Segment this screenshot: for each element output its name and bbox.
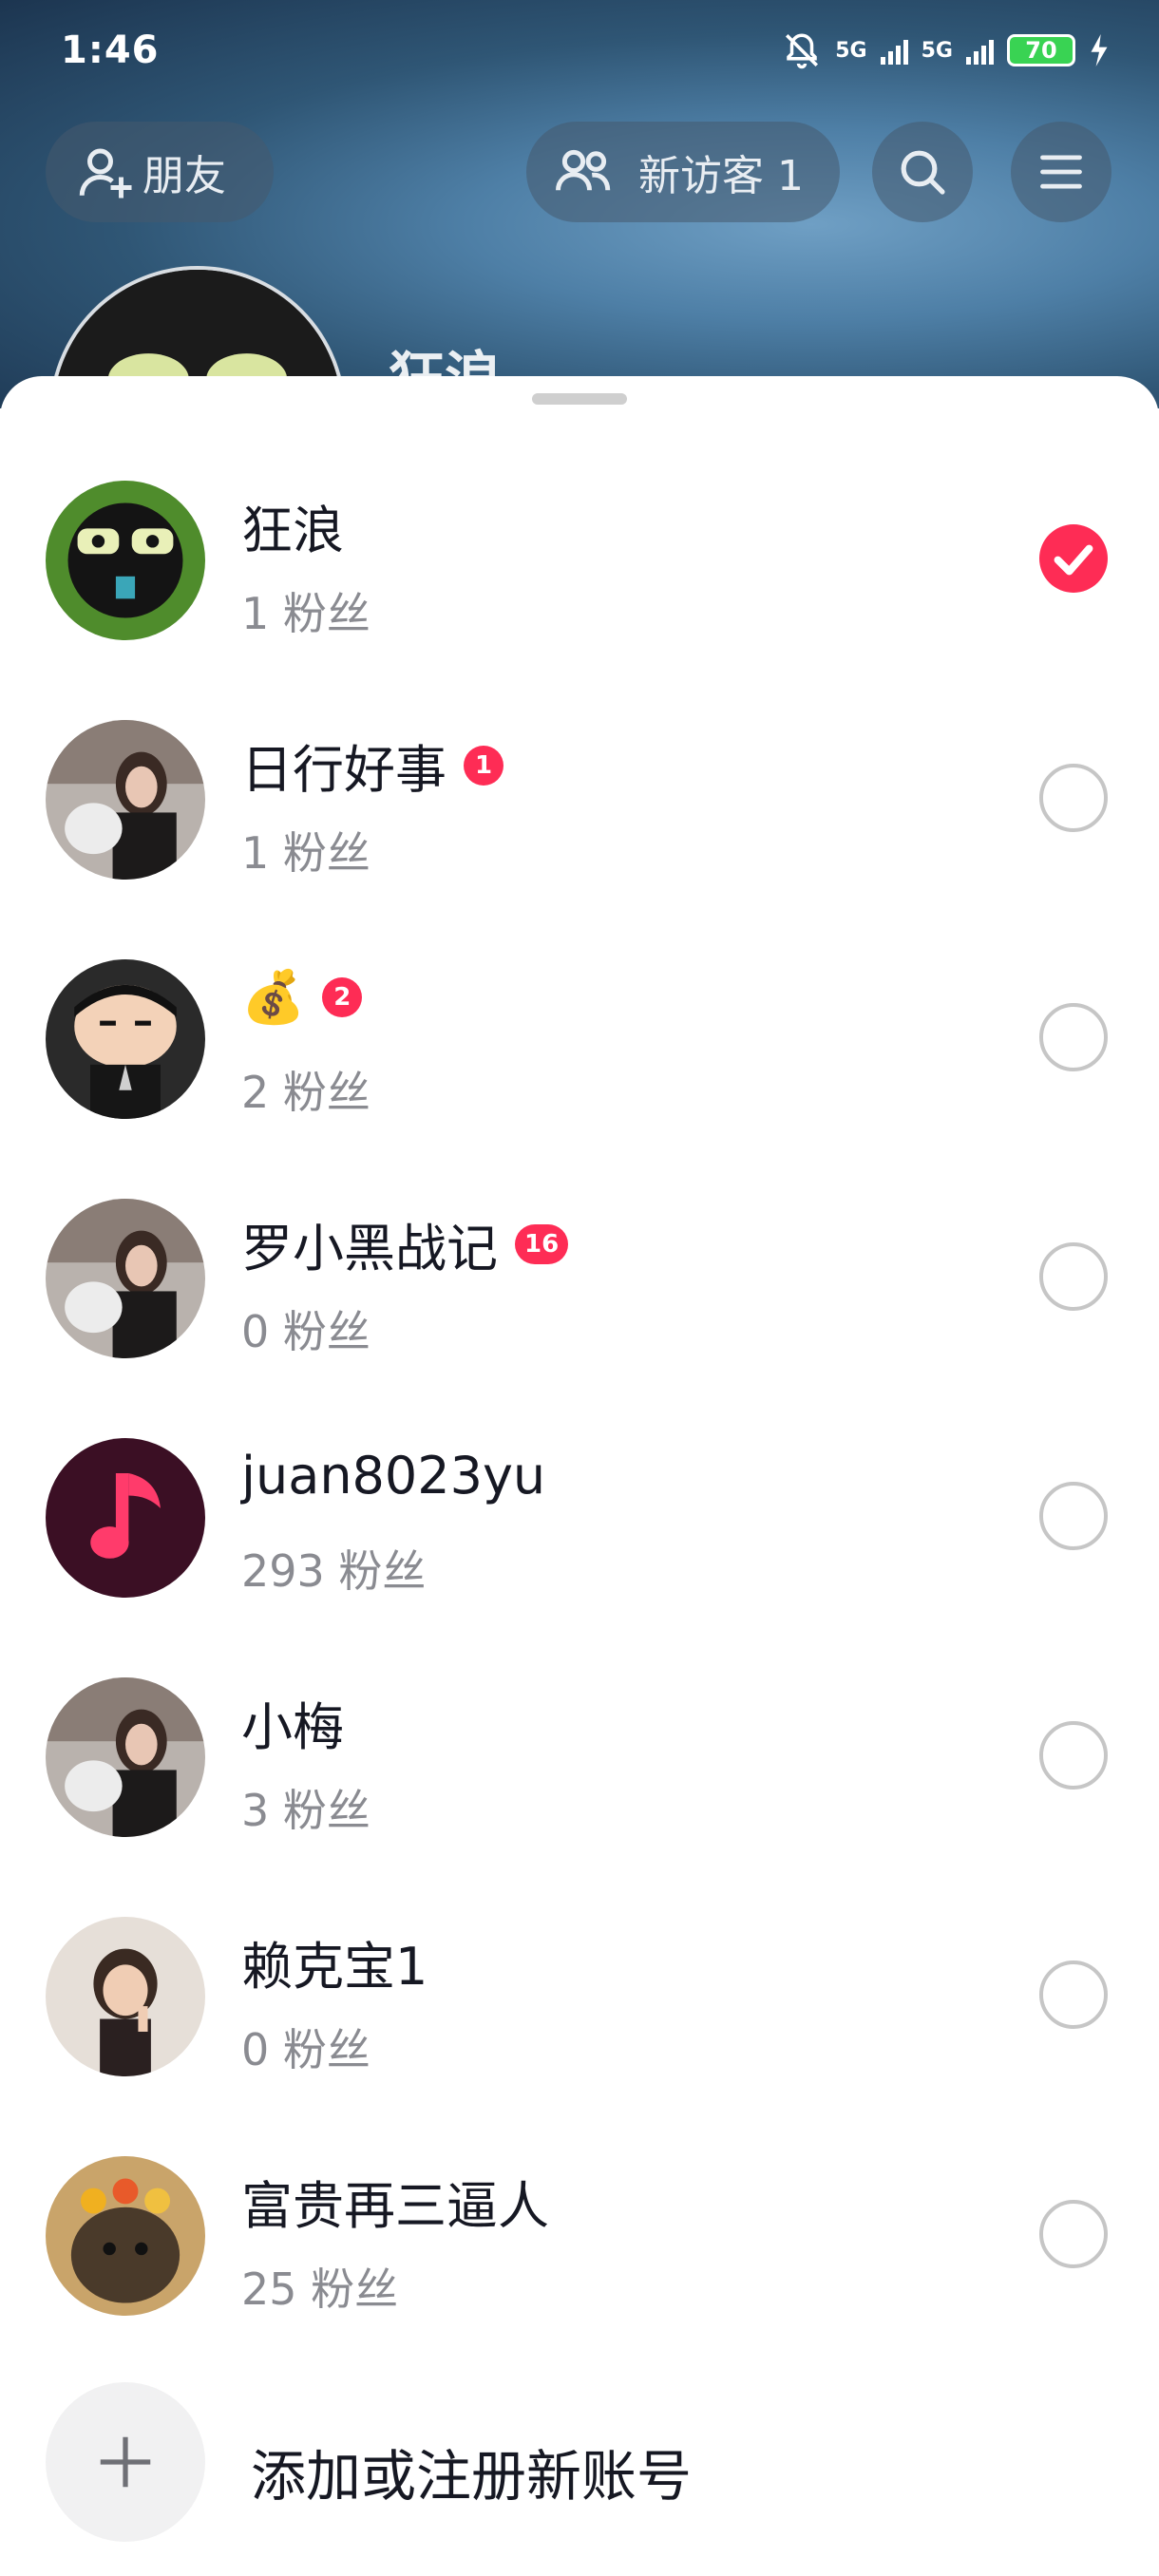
status-icons: 5G 5G 70 bbox=[782, 30, 1110, 70]
account-row[interactable]: 💰 2 2 粉丝 bbox=[0, 959, 1159, 1199]
select-radio[interactable] bbox=[1039, 1482, 1108, 1550]
account-name-text: juan8023yu bbox=[241, 1446, 546, 1506]
account-avatar bbox=[46, 959, 205, 1119]
account-name-text: 赖克宝1 bbox=[241, 1937, 428, 1997]
account-avatar bbox=[46, 1199, 205, 1358]
girl-with-cat-avatar-icon bbox=[46, 1199, 205, 1358]
account-fans: 1 粉丝 bbox=[241, 827, 370, 879]
select-radio[interactable] bbox=[1039, 764, 1108, 832]
account-name-text: 罗小黑战记 bbox=[241, 1219, 498, 1279]
dog-with-flowers-avatar-icon bbox=[46, 2156, 205, 2316]
battery-indicator: 70 bbox=[1007, 34, 1075, 66]
select-radio[interactable] bbox=[1039, 1721, 1108, 1790]
account-avatar bbox=[46, 2156, 205, 2316]
search-icon bbox=[901, 150, 945, 195]
status-time: 1:46 bbox=[61, 28, 160, 72]
girl-with-cat-avatar-icon bbox=[46, 1677, 205, 1837]
search-button[interactable] bbox=[872, 122, 973, 222]
account-row[interactable]: 狂浪 1 粉丝 bbox=[0, 481, 1159, 720]
account-avatar bbox=[46, 1438, 205, 1598]
child-avatar-icon bbox=[46, 1917, 205, 2076]
friends-label: 朋友 bbox=[142, 152, 226, 200]
select-radio[interactable] bbox=[1039, 1003, 1108, 1071]
account-fans: 0 粉丝 bbox=[241, 1306, 370, 1357]
account-fans: 293 粉丝 bbox=[241, 1545, 427, 1597]
account-name: 赖克宝1 bbox=[241, 1924, 428, 1999]
music-note-avatar-icon bbox=[46, 1438, 205, 1598]
visitors-label: 新访客 1 bbox=[638, 152, 804, 200]
cartoon-boy-avatar-icon bbox=[46, 959, 205, 1119]
account-fans: 1 粉丝 bbox=[241, 588, 370, 639]
hamburger-menu-icon bbox=[1040, 155, 1082, 189]
account-name-text: 小梅 bbox=[241, 1697, 344, 1757]
account-name-text: 日行好事 bbox=[241, 740, 446, 800]
signal-icon bbox=[880, 36, 908, 65]
account-fans: 25 粉丝 bbox=[241, 2263, 399, 2315]
charging-bolt-icon bbox=[1091, 34, 1108, 66]
account-row[interactable]: 罗小黑战记 16 0 粉丝 bbox=[0, 1199, 1159, 1438]
select-radio[interactable] bbox=[1039, 1242, 1108, 1311]
girl-with-cat-avatar-icon bbox=[46, 720, 205, 880]
select-radio[interactable] bbox=[1039, 1960, 1108, 2029]
account-fans: 2 粉丝 bbox=[241, 1067, 370, 1118]
account-name: 罗小黑战记 16 bbox=[241, 1206, 569, 1281]
selected-check-radio[interactable] bbox=[1039, 524, 1108, 593]
notification-badge: 2 bbox=[322, 977, 363, 1017]
mute-bell-icon bbox=[786, 33, 819, 69]
notification-badge: 1 bbox=[464, 745, 504, 786]
account-name-text: 富贵再三逼人 bbox=[241, 2176, 549, 2236]
add-account-row[interactable]: 添加或注册新账号 bbox=[0, 2382, 1159, 2544]
account-list: 狂浪 1 粉丝 日行好事 1 1 粉丝 💰 2 2 粉丝 罗小黑战记 16 0 … bbox=[0, 481, 1159, 2396]
account-avatar bbox=[46, 1677, 205, 1837]
black-cat-avatar-icon bbox=[46, 481, 205, 640]
account-row[interactable]: 小梅 3 粉丝 bbox=[0, 1677, 1159, 1917]
account-name: 日行好事 1 bbox=[241, 728, 504, 803]
status-bar: 1:46 5G 5G 70 bbox=[0, 0, 1159, 104]
account-avatar bbox=[46, 1917, 205, 2076]
account-name: 狂浪 bbox=[241, 488, 344, 563]
account-row[interactable]: juan8023yu 293 粉丝 bbox=[0, 1438, 1159, 1677]
add-friends-button[interactable]: 朋友 bbox=[46, 122, 274, 222]
visitors-icon bbox=[556, 149, 611, 191]
notification-badge: 16 bbox=[515, 1223, 569, 1264]
add-account-button[interactable] bbox=[46, 2382, 205, 2542]
signal-icon-2 bbox=[966, 36, 994, 65]
select-radio[interactable] bbox=[1039, 2200, 1108, 2268]
new-visitors-button[interactable]: 新访客 1 bbox=[526, 122, 840, 222]
account-name-text: 💰 bbox=[241, 967, 306, 1027]
plus-icon bbox=[100, 2436, 151, 2488]
account-name-text: 狂浪 bbox=[241, 501, 344, 560]
account-avatar bbox=[46, 481, 205, 640]
network-type-1: 5G bbox=[835, 38, 867, 63]
account-name: 小梅 bbox=[241, 1685, 344, 1760]
account-fans: 3 粉丝 bbox=[241, 1785, 370, 1836]
account-avatar bbox=[46, 720, 205, 880]
add-account-label: 添加或注册新账号 bbox=[251, 2444, 693, 2509]
profile-top-actions: 朋友 新访客 1 bbox=[0, 122, 1159, 226]
account-row[interactable]: 富贵再三逼人 25 粉丝 bbox=[0, 2156, 1159, 2396]
account-row[interactable]: 日行好事 1 1 粉丝 bbox=[0, 720, 1159, 959]
account-switcher-sheet: 狂浪 1 粉丝 日行好事 1 1 粉丝 💰 2 2 粉丝 罗小黑战记 16 0 … bbox=[0, 376, 1159, 2576]
menu-button[interactable] bbox=[1011, 122, 1112, 222]
network-type-2: 5G bbox=[921, 38, 953, 63]
account-name: juan8023yu bbox=[241, 1446, 545, 1506]
account-name: 富贵再三逼人 bbox=[241, 2164, 549, 2239]
add-user-icon bbox=[79, 148, 132, 199]
account-row[interactable]: 赖克宝1 0 粉丝 bbox=[0, 1917, 1159, 2156]
sheet-grabber[interactable] bbox=[532, 393, 627, 405]
account-name: 💰 2 bbox=[241, 967, 363, 1028]
check-icon bbox=[1054, 544, 1093, 576]
account-fans: 0 粉丝 bbox=[241, 2024, 370, 2075]
